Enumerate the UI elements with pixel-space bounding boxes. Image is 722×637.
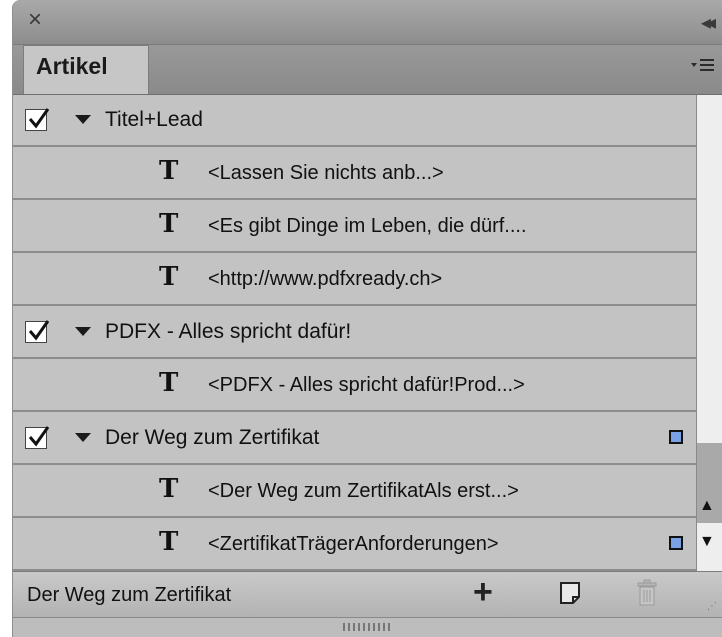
article-item-label: <Lassen Sie nichts anb...> (208, 162, 444, 184)
article-item-label: <http://www.pdfxready.ch> (208, 268, 443, 290)
disclosure-triangle-icon[interactable] (75, 115, 91, 124)
trash-icon[interactable] (635, 578, 659, 613)
article-checkbox[interactable] (25, 426, 50, 449)
tab-artikel[interactable]: Artikel (23, 45, 149, 94)
text-frame-icon: T (159, 527, 179, 557)
resize-grip-icon[interactable] (343, 623, 391, 631)
overset-badge-icon (669, 430, 683, 444)
panel-menu-icon[interactable] (691, 55, 715, 81)
articles-panel: × ◂◂ Artikel Titel+Lead T <Lassen Sie nich… (12, 0, 722, 637)
article-item-label: <Der Weg zum ZertifikatAls erst...> (208, 480, 519, 502)
text-frame-icon: T (159, 474, 179, 504)
panel-resize-bar[interactable] (13, 617, 722, 637)
text-frame-icon: T (159, 156, 179, 186)
article-item-row[interactable]: T <Es gibt Dinge im Leben, die dürf.... (13, 201, 696, 253)
scroll-up-icon[interactable]: ▲ (699, 497, 715, 515)
article-title: Titel+Lead (105, 108, 203, 131)
panel-footer: Der Weg zum Zertifikat + ⋰ (13, 571, 722, 618)
scroll-down-icon[interactable]: ▼ (699, 533, 715, 551)
new-article-icon[interactable] (558, 580, 582, 611)
article-row[interactable]: PDFX - Alles spricht dafür! (13, 307, 696, 359)
tab-strip: Artikel (13, 45, 722, 95)
article-checkbox[interactable] (25, 320, 50, 343)
resize-corner-icon[interactable]: ⋰ (707, 601, 717, 612)
overset-badge-icon (669, 536, 683, 550)
scrollbar[interactable]: ▲ ▼ (696, 95, 722, 571)
selected-article-label: Der Weg zum Zertifikat (27, 584, 232, 606)
article-item-row[interactable]: T <Lassen Sie nichts anb...> (13, 148, 696, 200)
close-icon[interactable]: × (28, 5, 42, 35)
article-title: Der Weg zum Zertifikat (105, 426, 320, 449)
panel-titlebar: × ◂◂ (13, 0, 722, 45)
text-frame-icon: T (159, 209, 179, 239)
article-item-label: <ZertifikatTrägerAnforderungen> (208, 533, 499, 555)
article-item-row[interactable]: T <ZertifikatTrägerAnforderungen> (13, 519, 696, 571)
text-frame-icon: T (159, 262, 179, 292)
article-row[interactable]: Titel+Lead (13, 95, 696, 147)
article-item-label: <Es gibt Dinge im Leben, die dürf.... (208, 215, 527, 237)
article-item-label: <PDFX - Alles spricht dafür!Prod...> (208, 374, 525, 396)
article-item-row[interactable]: T <PDFX - Alles spricht dafür!Prod...> (13, 360, 696, 412)
plus-icon[interactable]: + (473, 574, 493, 610)
article-checkbox[interactable] (25, 108, 50, 131)
text-frame-icon: T (159, 368, 179, 398)
disclosure-triangle-icon[interactable] (75, 327, 91, 336)
article-title: PDFX - Alles spricht dafür! (105, 320, 352, 343)
disclosure-triangle-icon[interactable] (75, 433, 91, 442)
article-list: Titel+Lead T <Lassen Sie nichts anb...> T <E… (13, 95, 696, 571)
article-row[interactable]: Der Weg zum Zertifikat (13, 413, 696, 465)
collapse-icon[interactable]: ◂◂ (701, 10, 716, 35)
article-item-row[interactable]: T <Der Weg zum ZertifikatAls erst...> (13, 466, 696, 518)
article-item-row[interactable]: T <http://www.pdfxready.ch> (13, 254, 696, 306)
